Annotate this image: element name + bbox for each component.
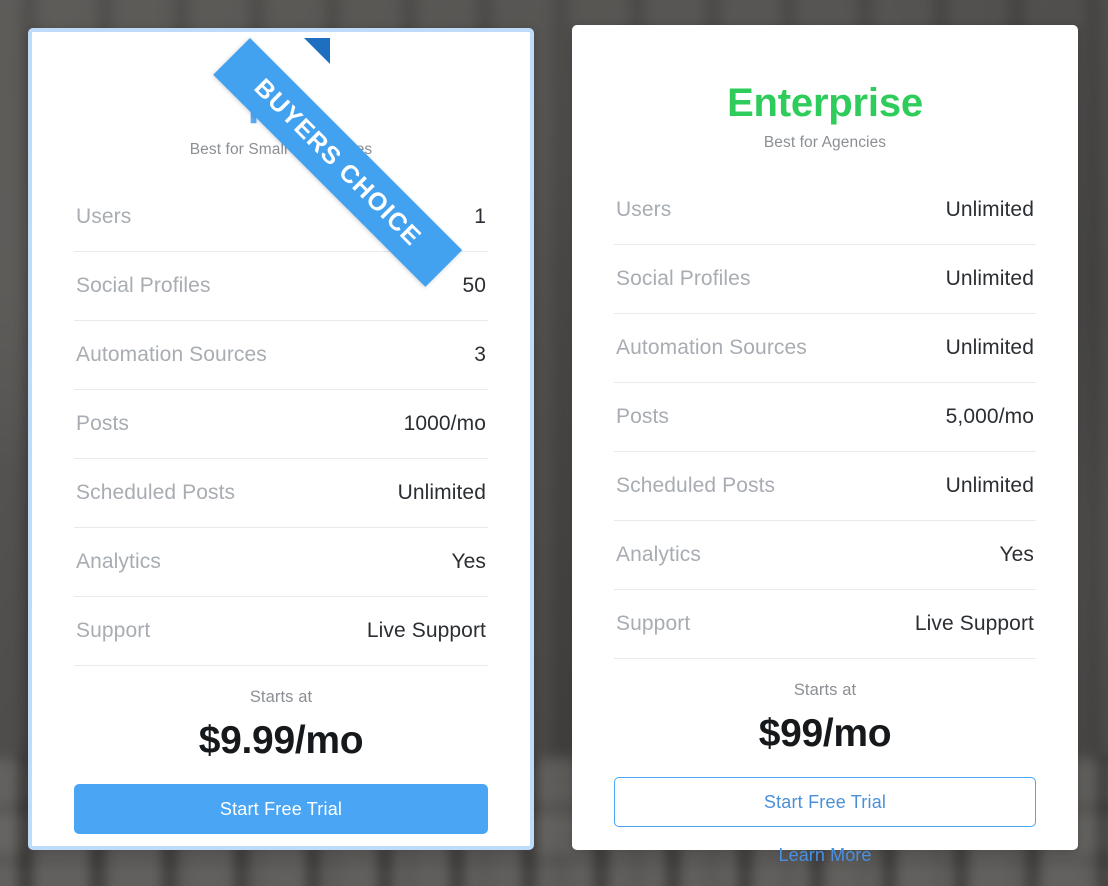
table-row: Social Profiles 50	[74, 252, 488, 321]
table-row: Support Live Support	[74, 597, 488, 666]
table-row: Users Unlimited	[614, 176, 1036, 245]
feature-value: 50	[462, 274, 486, 297]
start-free-trial-button-enterprise[interactable]: Start Free Trial	[614, 777, 1036, 827]
plan-title-enterprise: Enterprise	[727, 81, 923, 125]
feature-value: Unlimited	[945, 336, 1034, 359]
feature-value: 1	[474, 205, 486, 228]
feature-value: Unlimited	[945, 474, 1034, 497]
table-row: Scheduled Posts Unlimited	[614, 452, 1036, 521]
feature-list-pro: Users 1 Social Profiles 50 Automation So…	[74, 183, 488, 666]
feature-value: Yes	[999, 543, 1034, 566]
price-amount: $9.99/mo	[198, 719, 364, 762]
table-row: Posts 1000/mo	[74, 390, 488, 459]
feature-label: Posts	[616, 405, 670, 428]
feature-value: Live Support	[914, 612, 1034, 635]
feature-label: Posts	[76, 412, 130, 435]
table-row: Scheduled Posts Unlimited	[74, 459, 488, 528]
feature-value: Live Support	[366, 619, 486, 642]
feature-value: 3	[474, 343, 486, 366]
price-block-enterprise: Starts at $99/mo Start Free Trial Learn …	[614, 681, 1036, 866]
plan-tagline-pro: Best for Small Businesses	[189, 141, 373, 158]
feature-list-enterprise: Users Unlimited Social Profiles Unlimite…	[614, 176, 1036, 659]
feature-value: 1000/mo	[403, 412, 486, 435]
table-row: Support Live Support	[614, 590, 1036, 659]
feature-value: Yes	[451, 550, 486, 573]
table-row: Users 1	[74, 183, 488, 252]
feature-label: Social Profiles	[76, 274, 211, 297]
feature-value: Unlimited	[397, 481, 486, 504]
plan-title-pro: Pro	[247, 88, 315, 132]
price-block-pro: Starts at $9.99/mo Start Free Trial	[74, 688, 488, 834]
feature-label: Analytics	[76, 550, 161, 573]
price-prefix: Starts at	[249, 688, 313, 706]
feature-label: Users	[76, 205, 132, 228]
table-row: Analytics Yes	[614, 521, 1036, 590]
pricing-card-pro[interactable]: Pro Best for Small Businesses Users 1 So…	[28, 28, 534, 850]
feature-label: Automation Sources	[616, 336, 807, 359]
pricing-card-enterprise[interactable]: Enterprise Best for Agencies Users Unlim…	[572, 25, 1078, 865]
table-row: Automation Sources 3	[74, 321, 488, 390]
feature-value: 5,000/mo	[945, 405, 1034, 428]
learn-more-link[interactable]: Learn More	[614, 845, 1036, 866]
feature-label: Automation Sources	[76, 343, 267, 366]
pricing-card-pro-inner: Pro Best for Small Businesses Users 1 So…	[74, 32, 488, 846]
feature-label: Support	[76, 619, 151, 642]
pricing-page: Pro Best for Small Businesses Users 1 So…	[0, 0, 1108, 886]
table-row: Social Profiles Unlimited	[614, 245, 1036, 314]
feature-label: Social Profiles	[616, 267, 751, 290]
table-row: Automation Sources Unlimited	[614, 314, 1036, 383]
table-row: Analytics Yes	[74, 528, 488, 597]
start-free-trial-button-pro[interactable]: Start Free Trial	[74, 784, 488, 834]
feature-label: Analytics	[616, 543, 701, 566]
feature-label: Users	[616, 198, 672, 221]
feature-label: Scheduled Posts	[616, 474, 776, 497]
table-row: Posts 5,000/mo	[614, 383, 1036, 452]
price-amount: $99/mo	[758, 712, 892, 755]
plan-tagline-enterprise: Best for Agencies	[763, 134, 887, 151]
feature-label: Scheduled Posts	[76, 481, 236, 504]
feature-label: Support	[616, 612, 691, 635]
feature-value: Unlimited	[945, 267, 1034, 290]
price-prefix: Starts at	[793, 681, 857, 699]
feature-value: Unlimited	[945, 198, 1034, 221]
